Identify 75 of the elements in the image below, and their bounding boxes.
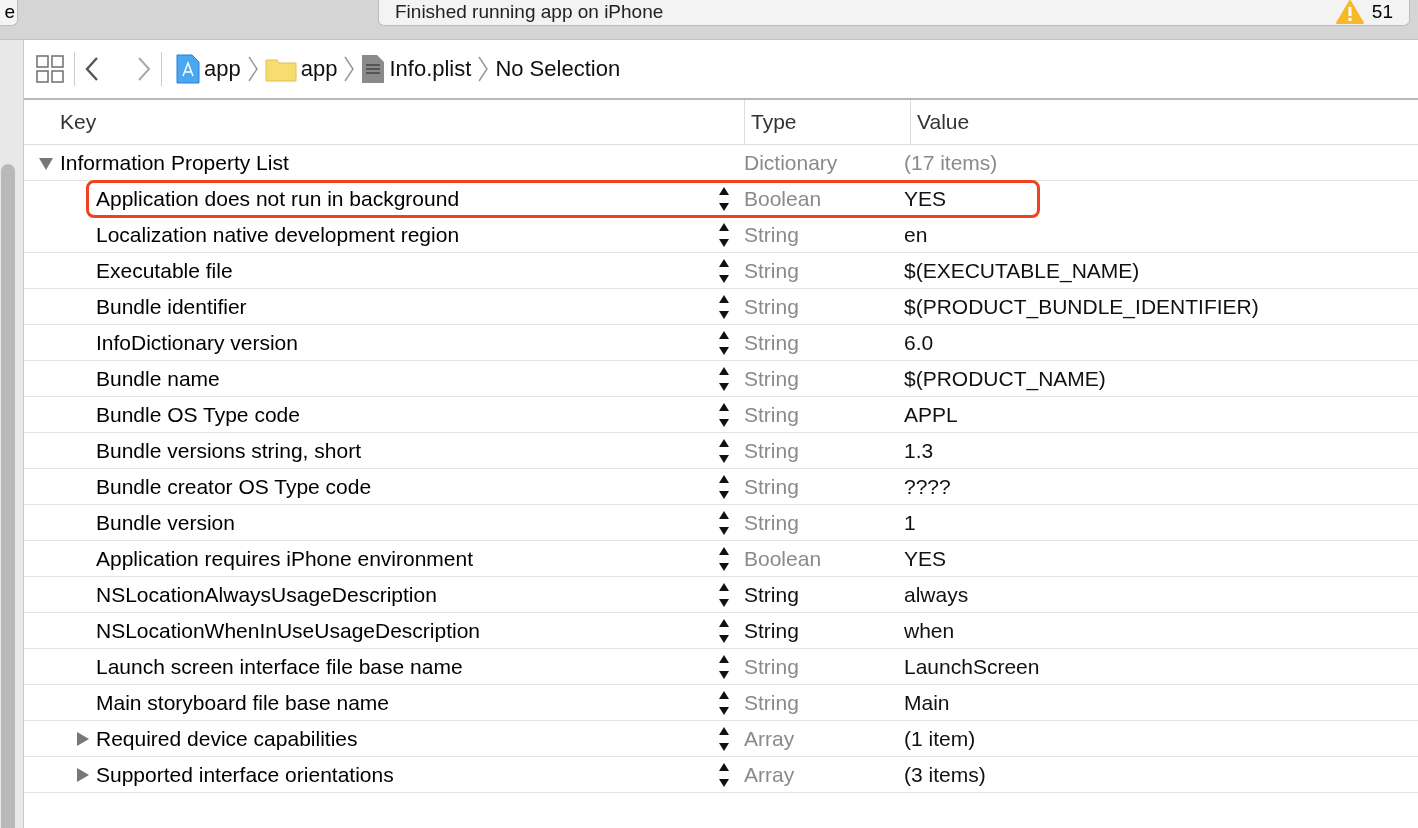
status-text: Finished running app on iPhone	[395, 0, 665, 24]
chevron-icon	[343, 55, 356, 83]
app-document-icon	[176, 54, 200, 84]
tab-label[interactable]: e	[0, 0, 18, 26]
key-cell: Bundle name	[96, 366, 220, 391]
column-header[interactable]: Value	[917, 110, 970, 134]
value-cell: (3 items)	[904, 762, 986, 787]
value-cell: Main	[904, 690, 950, 715]
breadcrumb-item[interactable]: app	[296, 56, 342, 82]
type-cell-text: String	[744, 438, 800, 463]
key-cell: Localization native development region	[96, 222, 460, 247]
type-cell-text: Array	[744, 726, 796, 751]
value-cell: YES	[904, 546, 947, 571]
value-cell: when	[904, 618, 955, 643]
value-cell: 1.3	[904, 438, 934, 463]
warning-count: 51	[1371, 0, 1393, 24]
value-cell: YES	[904, 187, 947, 211]
type-cell-text: String	[744, 294, 800, 319]
key-cell: NSLocationAlwaysUsageDescription	[96, 582, 437, 607]
folder-icon	[264, 56, 297, 82]
column-header[interactable]: Key	[60, 110, 97, 133]
type-cell-text: String	[744, 330, 800, 355]
back-icon[interactable]	[85, 56, 99, 82]
value-cell: en	[904, 222, 928, 247]
key-cell: Executable file	[96, 258, 233, 283]
value-cell: $(PRODUCT_BUNDLE_IDENTIFIER)	[904, 294, 1259, 319]
type-cell-text: String	[744, 690, 800, 715]
value-cell: 1	[904, 510, 916, 535]
key-cell: Bundle creator OS Type code	[96, 474, 372, 499]
key-cell: Bundle identifier	[96, 294, 247, 319]
type-cell-text: String	[744, 510, 800, 535]
column-header[interactable]: Type	[751, 110, 797, 134]
key-cell: Required device capabilities	[96, 726, 358, 751]
type-cell-text: String	[744, 402, 800, 427]
value-cell: (17 items)	[904, 150, 998, 175]
breadcrumb-item[interactable]: app	[200, 56, 245, 82]
key-cell: Bundle OS Type code	[96, 402, 300, 427]
value-cell: $(PRODUCT_NAME)	[904, 366, 1106, 391]
chevron-icon	[477, 55, 490, 83]
key-cell: Supported interface orientations	[96, 762, 394, 787]
key-cell: Application does not run in background	[96, 187, 460, 211]
type-cell-text: String	[744, 582, 800, 607]
key-cell: InfoDictionary version	[96, 330, 298, 355]
disclosure-triangle-icon[interactable]	[74, 766, 90, 783]
key-cell: Bundle versions string, short	[96, 438, 361, 463]
type-cell-text: Dictionary	[744, 150, 839, 175]
type-cell-text: String	[744, 618, 800, 643]
value-cell: ????	[904, 474, 951, 499]
value-cell: always	[904, 582, 969, 607]
disclosure-triangle-icon[interactable]	[74, 730, 90, 747]
breadcrumb-item[interactable]: No Selection	[491, 56, 625, 82]
type-cell-text: String	[744, 474, 800, 499]
value-cell: (1 item)	[904, 726, 976, 751]
type-cell-text: String	[744, 654, 800, 679]
key-cell: Main storyboard file base name	[96, 690, 389, 715]
type-cell-text: String	[744, 258, 800, 283]
type-cell-text: String	[744, 366, 800, 391]
type-cell-text: Boolean	[744, 187, 823, 211]
type-cell-text: Array	[744, 762, 796, 787]
key-cell: Bundle version	[96, 510, 235, 535]
value-cell: LaunchScreen	[904, 654, 1040, 679]
value-cell: 6.0	[904, 330, 934, 355]
key-cell: Information Property List	[60, 150, 289, 175]
key-cell: NSLocationWhenInUseUsageDescription	[96, 618, 481, 643]
scrollbar-thumb[interactable]	[1, 164, 15, 828]
grid-icon[interactable]	[36, 55, 64, 83]
value-cell: APPL	[904, 402, 958, 427]
document-icon	[361, 54, 386, 84]
value-cell: $(EXECUTABLE_NAME)	[904, 258, 1140, 283]
type-cell-text: String	[744, 222, 800, 247]
key-cell: Launch screen interface file base name	[96, 654, 463, 679]
key-cell: Application requires iPhone environment	[96, 546, 474, 571]
chevron-icon	[246, 55, 259, 83]
type-cell-text: Boolean	[744, 546, 823, 571]
breadcrumb-item[interactable]: Info.plist	[385, 56, 476, 82]
